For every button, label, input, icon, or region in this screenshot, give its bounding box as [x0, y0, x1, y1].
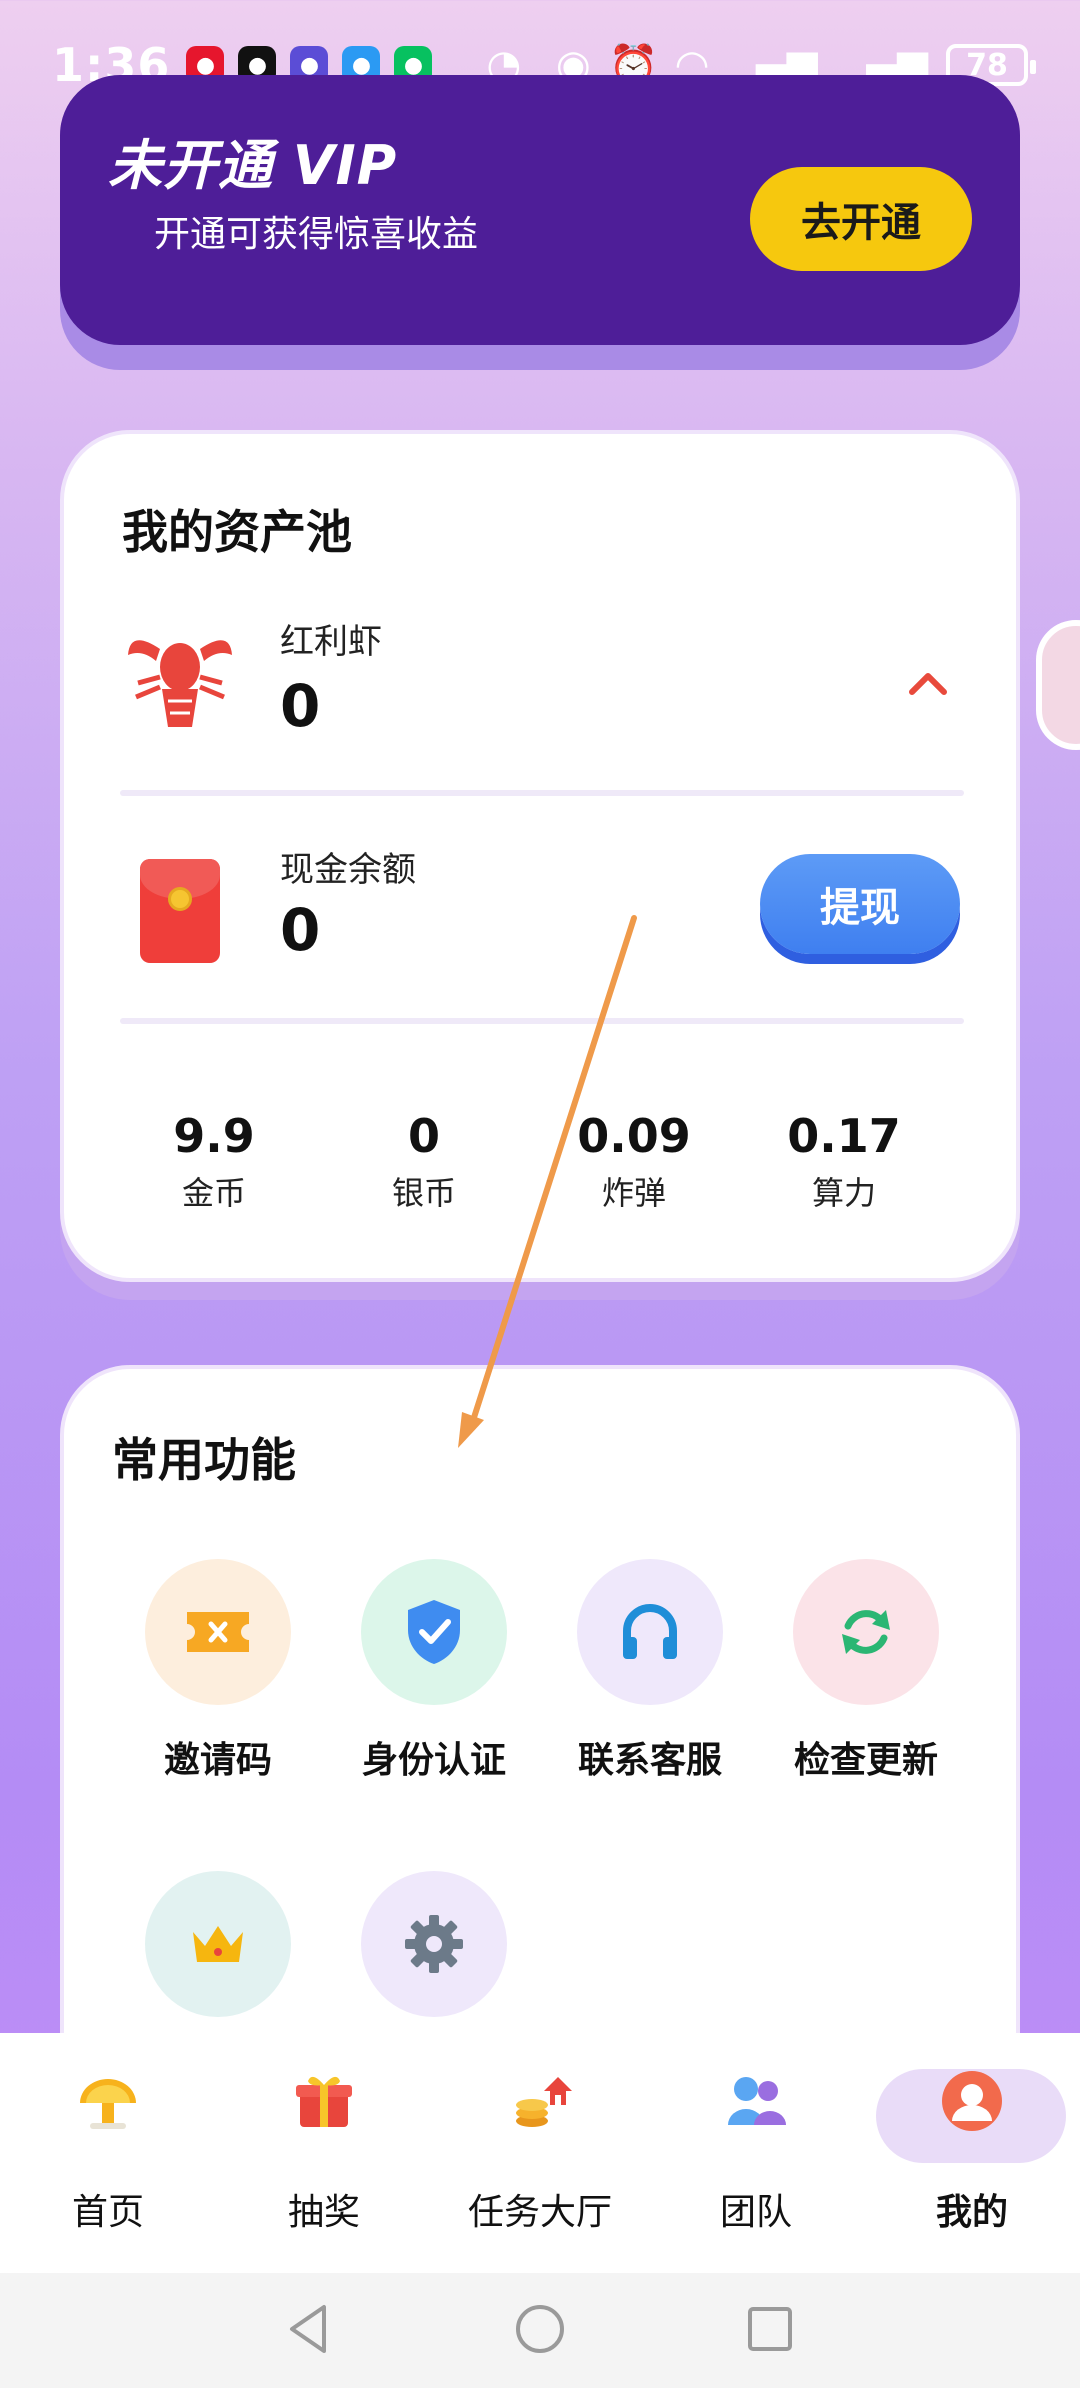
func-icon-circle [145, 1871, 291, 2017]
nav-mine[interactable]: 我的 [872, 2069, 1072, 2235]
func-label: 邀请码 [163, 1740, 272, 1781]
nav-label: 我的 [935, 2192, 1008, 2233]
stat-label: 炸弹 [601, 1174, 666, 1213]
stat-label: 金币 [181, 1174, 246, 1213]
divider [120, 790, 964, 796]
recents-square-icon[interactable] [740, 2299, 800, 2359]
team-icon [728, 2077, 786, 2125]
cash-balance-value: 0 [280, 896, 321, 964]
nav-task-hall[interactable]: 任务大厅 [440, 2069, 640, 2235]
check-update-item[interactable]: 检查更新 [766, 1559, 966, 1783]
stat-label: 算力 [811, 1174, 876, 1213]
settings-item[interactable] [334, 1871, 534, 2017]
floating-bubble[interactable] [1036, 620, 1080, 750]
nav-label: 团队 [719, 2192, 792, 2233]
lobster-icon [128, 640, 232, 727]
nav-label: 抽奖 [287, 2192, 360, 2233]
stat-value: 9.9 [173, 1109, 255, 1163]
home-icon [80, 2079, 136, 2129]
nav-team[interactable]: 团队 [656, 2069, 856, 2235]
common-functions-title: 常用功能 [112, 1433, 296, 1487]
asset-pool-title: 我的资产池 [122, 505, 352, 559]
shrimp-value: 0 [280, 672, 321, 740]
vip-card: 未开通 VIP 开通可获得惊喜收益 去开通 [60, 75, 1020, 345]
gift-icon [296, 2076, 352, 2127]
withdraw-button[interactable]: 提现 [760, 854, 960, 954]
func-icon-circle [577, 1559, 723, 1705]
red-packet-icon [140, 859, 220, 963]
func-label: 检查更新 [793, 1740, 938, 1781]
tasks-icon [516, 2077, 572, 2127]
back-triangle-icon[interactable] [280, 2299, 340, 2359]
func-label: 联系客服 [577, 1740, 722, 1781]
stat-silver-coin: 0 银币 [344, 1109, 504, 1214]
invite-code-item[interactable]: 邀请码 [118, 1559, 318, 1783]
activate-vip-button[interactable]: 去开通 [750, 167, 972, 271]
func-icon-circle [793, 1559, 939, 1705]
nav-label: 任务大厅 [467, 2192, 612, 2233]
vip-crown-item[interactable] [118, 1871, 318, 2017]
asset-pool-card: 我的资产池 红利虾 0 现金余额 0 提现 9.9 金币 0 银币 0.09 炸… [60, 430, 1020, 1282]
divider [120, 1018, 964, 1024]
cash-balance-label: 现金余额 [280, 850, 416, 890]
nav-label: 首页 [71, 2192, 144, 2233]
nav-lottery[interactable]: 抽奖 [224, 2069, 424, 2235]
stat-label: 银币 [391, 1174, 456, 1213]
ticket-icon [187, 1612, 249, 1652]
func-label: 身份认证 [361, 1740, 506, 1781]
stat-value: 0.17 [787, 1109, 901, 1163]
stat-gold-coin: 9.9 金币 [134, 1109, 294, 1214]
crown-icon [193, 1926, 243, 1962]
vip-title: 未开通 VIP [108, 134, 398, 197]
stat-compute-power: 0.17 算力 [764, 1109, 924, 1214]
identity-verification-item[interactable]: 身份认证 [334, 1559, 534, 1783]
func-icon-circle [145, 1559, 291, 1705]
shrimp-label: 红利虾 [280, 622, 382, 662]
home-circle-icon[interactable] [510, 2299, 570, 2359]
stat-bomb: 0.09 炸弹 [554, 1109, 714, 1214]
system-navigation-bar [0, 2273, 1080, 2388]
nav-home[interactable]: 首页 [8, 2069, 208, 2235]
refresh-icon [842, 1610, 890, 1654]
contact-support-item[interactable]: 联系客服 [550, 1559, 750, 1783]
bottom-navigation: 首页 抽奖 任务大厅 团队 我的 [0, 2033, 1080, 2273]
profile-icon [942, 2071, 1002, 2131]
vip-subtitle: 开通可获得惊喜收益 [154, 214, 479, 255]
gear-icon [405, 1915, 463, 1973]
shield-check-icon [408, 1600, 460, 1664]
func-icon-circle [361, 1559, 507, 1705]
func-icon-circle [361, 1871, 507, 2017]
chevron-up-icon[interactable] [908, 664, 948, 704]
headset-icon [623, 1604, 677, 1659]
stat-value: 0 [407, 1109, 440, 1163]
stat-value: 0.09 [577, 1109, 691, 1163]
